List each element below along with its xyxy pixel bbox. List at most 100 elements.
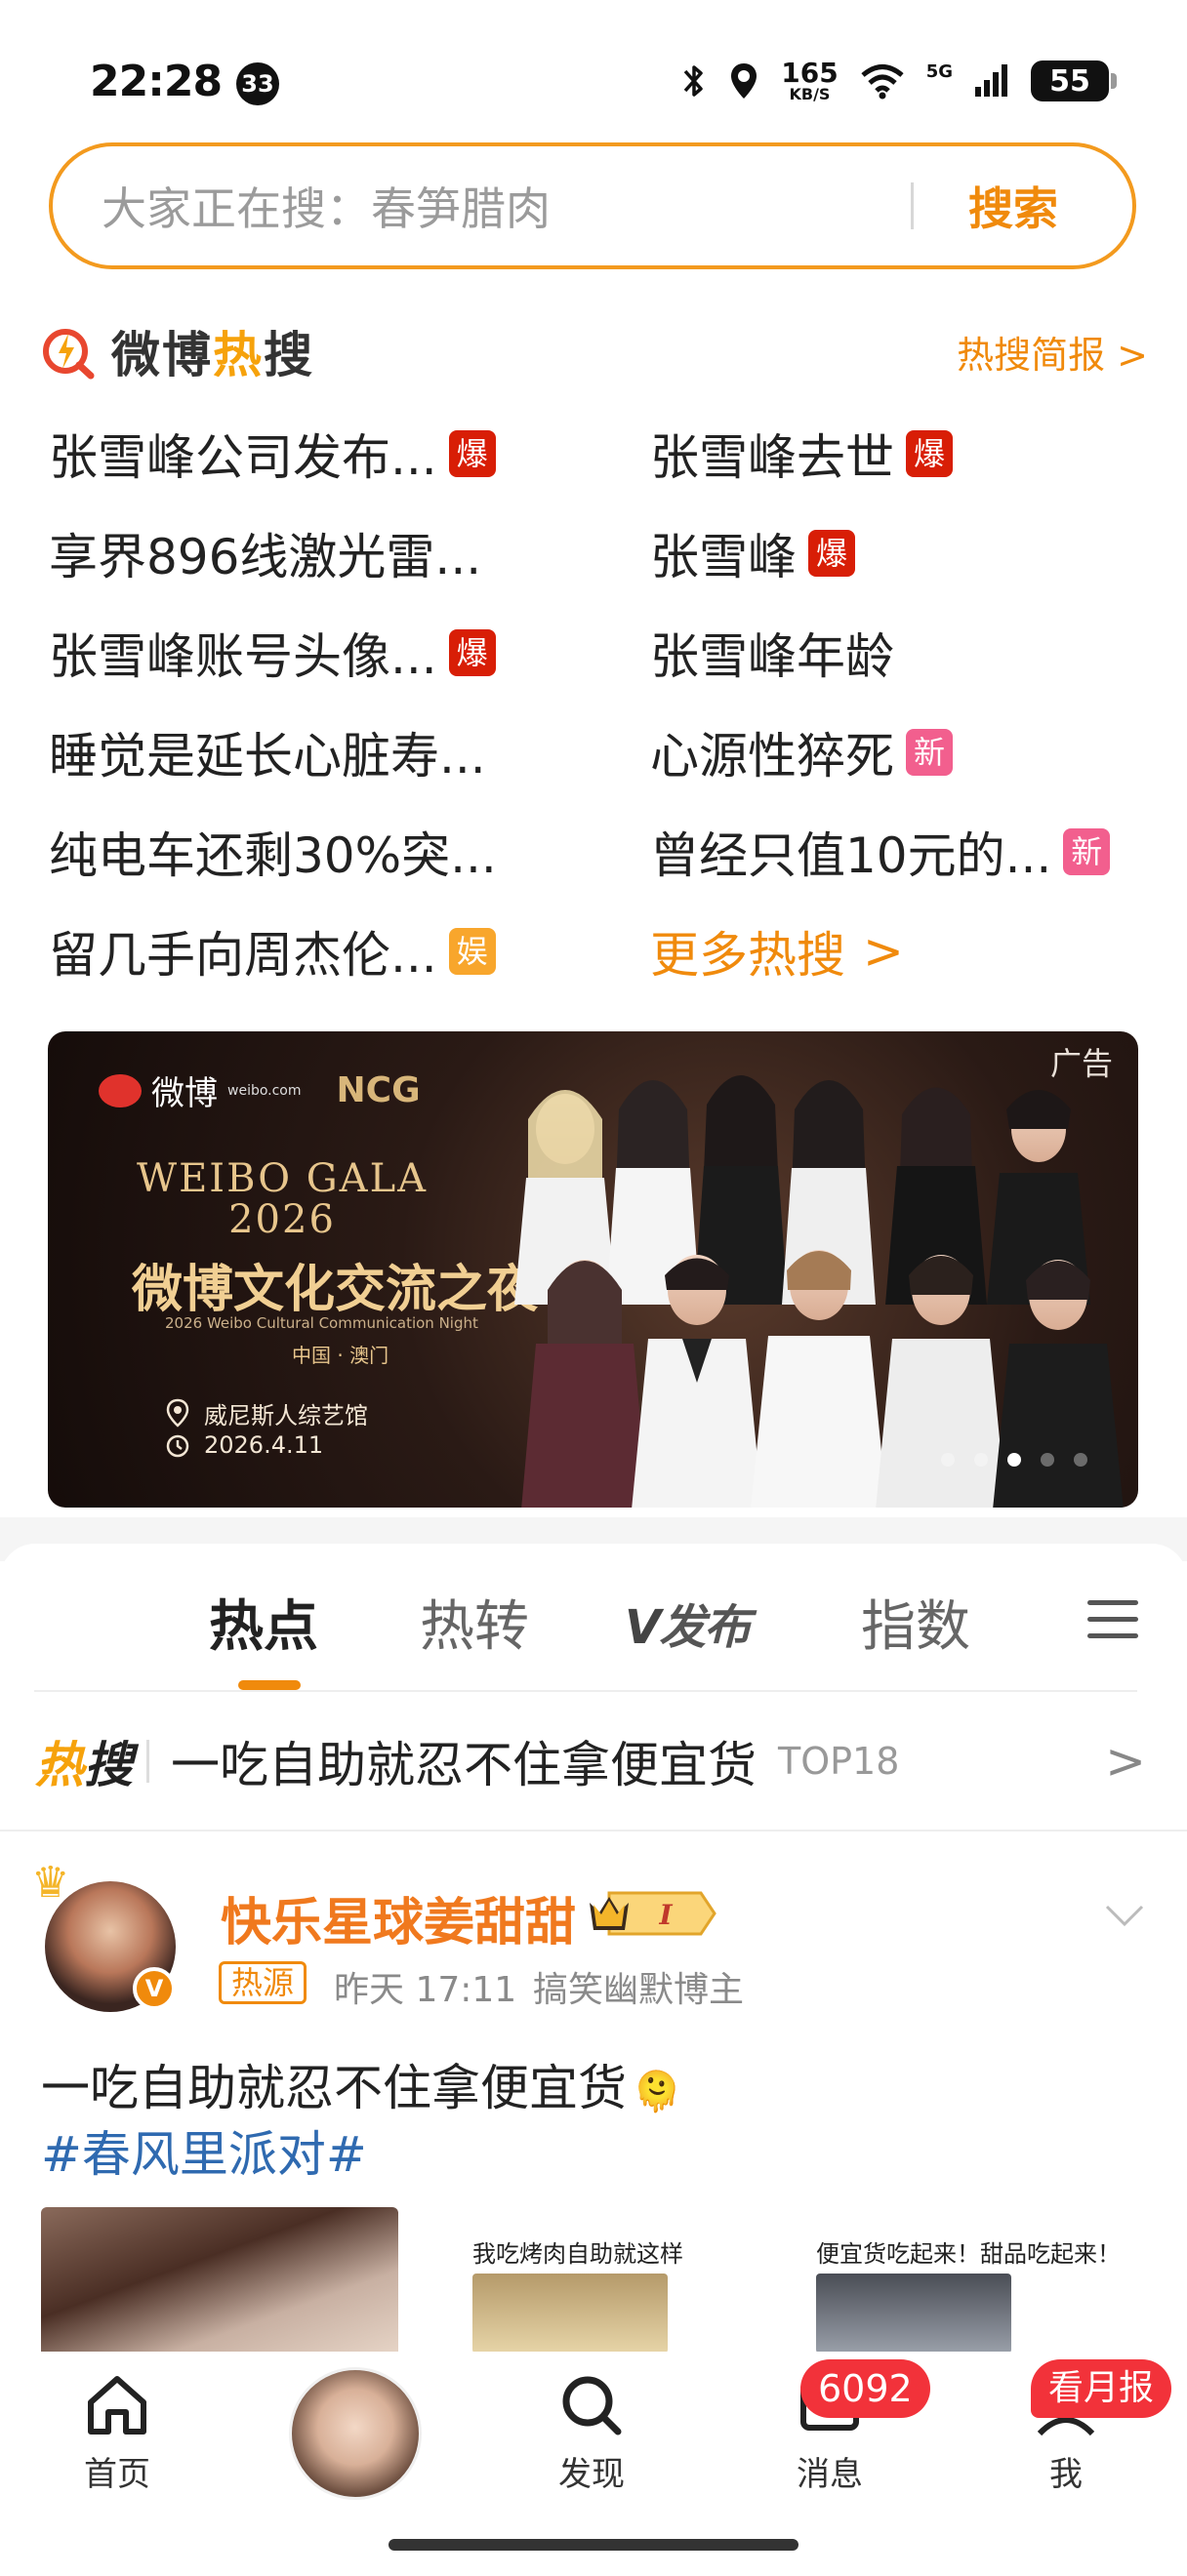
hot-search-item-text: 纯电车还剩30%突... (49, 827, 497, 884)
network-type: 5G (925, 60, 953, 82)
hot-search-item-text: 张雪峰公司发布... (49, 429, 437, 486)
weibo-logo-icon (99, 1073, 142, 1107)
search-divider (911, 182, 914, 229)
more-hot-search-link[interactable]: 更多热搜 > (650, 907, 904, 995)
chevron-down-icon[interactable] (1103, 1901, 1146, 1930)
home-indicator[interactable] (389, 2539, 798, 2551)
ad-banner[interactable]: 广告 微博 weibo.com NCG WEIBO GALA 2026 微博文化… (48, 1031, 1138, 1508)
post-image-2[interactable] (472, 2274, 668, 2354)
hot-search-item-text: 张雪峰 (650, 529, 797, 585)
hot-search-item[interactable]: 留几手向周杰伦... 娱 (49, 907, 496, 995)
search-button[interactable]: 搜索 (968, 174, 1058, 238)
hot-tag-bao: 爆 (448, 629, 496, 676)
ad-brand: 微博 weibo.com NCG (99, 1067, 421, 1114)
search-box[interactable]: 大家正在搜：春笋腊肉 搜索 (49, 142, 1136, 269)
clock-icon (166, 1434, 189, 1458)
notification-count-badge: 33 (236, 62, 279, 105)
hot-search-item[interactable]: 曾经只值10元的... 新 (650, 808, 1111, 896)
hot-search-item-text: 享界896线激光雷... (49, 529, 482, 585)
ad-carousel-dots (941, 1453, 1087, 1467)
ad-brand-site: weibo.com (227, 1082, 302, 1099)
message-count-badge: 6092 (800, 2359, 930, 2418)
bluetooth-icon (683, 65, 703, 97)
hot-search-item[interactable]: 享界896线激光雷... (49, 509, 481, 597)
hot-search-item-text: 睡觉是延长心脏寿... (49, 728, 486, 785)
hot-search-item[interactable]: 张雪峰去世 爆 (650, 410, 953, 498)
post-image-2-caption: 我吃烤肉自助就这样 (472, 2240, 683, 2268)
hot-search-logo-icon (43, 329, 95, 380)
tab-index[interactable]: 指数 (861, 1583, 970, 1662)
vip-level-text: I (658, 1899, 673, 1931)
feed-tabs: 热点 热转 指数 (0, 1544, 1187, 1690)
post-text-body: 一吃自助就忍不住拿便宜货 (41, 2060, 627, 2116)
divider (34, 1690, 1137, 1692)
hot-mini-logo-text: 搜 (84, 1737, 133, 1793)
v-logo-icon: V (625, 1600, 661, 1655)
gala-venue: 威尼斯人综艺馆 (204, 1402, 368, 1429)
carousel-dot (974, 1453, 988, 1467)
gala-title-en-line1: WEIBO GALA (136, 1156, 429, 1201)
hot-search-header: 微博热搜 热搜简报 > (39, 312, 1148, 390)
hot-title-suffix: 搜 (264, 327, 314, 383)
hot-topic-text: 一吃自助就忍不住拿便宜货 (171, 1737, 757, 1793)
tab-hot-repost[interactable]: 热转 (420, 1583, 529, 1662)
hot-topic-rank: TOP18 (778, 1740, 900, 1783)
carousel-dot (1074, 1453, 1087, 1467)
hot-search-item[interactable]: 张雪峰 爆 (650, 509, 855, 597)
post-image-3[interactable] (816, 2274, 1011, 2354)
tab-hotspot[interactable]: 热点 (209, 1583, 318, 1662)
emoji-icon: 🫠 (633, 2070, 681, 2114)
gala-title-en: WEIBO GALA 2026 (136, 1158, 429, 1240)
gala-title-en-line2: 2026 (228, 1197, 336, 1242)
monthly-report-badge[interactable]: 看月报 (1031, 2359, 1172, 2418)
menu-icon[interactable] (1087, 1600, 1138, 1643)
hot-search-item-text: 曾经只值10元的... (650, 827, 1052, 884)
ad-partner-logo: NCG (336, 1070, 421, 1110)
hot-search-item-text: 张雪峰账号头像... (49, 628, 437, 685)
hot-search-item[interactable]: 张雪峰年龄 (650, 609, 894, 697)
crown-icon: ♛ (31, 1858, 70, 1908)
home-icon (88, 2376, 146, 2435)
battery-indicator: 55 (1031, 60, 1117, 101)
hot-search-mini-logo: 热搜 (35, 1726, 133, 1796)
search-input[interactable]: 大家正在搜：春笋腊肉 (102, 174, 911, 238)
hot-search-item-text: 心源性猝死 (650, 728, 894, 785)
hot-search-title: 微博热搜 (111, 316, 314, 386)
tab-v-publish-label: 发布 (659, 1600, 751, 1655)
post-image-1[interactable] (41, 2207, 398, 2354)
nav-discover[interactable]: 发现 (513, 2352, 670, 2495)
carousel-dot (941, 1453, 955, 1467)
hot-search-item[interactable]: 张雪峰账号头像... 爆 (49, 609, 496, 697)
post-hashtag-link[interactable]: #春风里派对# (41, 2115, 367, 2186)
hot-tag-yu: 娱 (448, 928, 496, 975)
post-author-role: 搞笑幽默博主 (533, 1970, 745, 2010)
more-hot-search-label: 更多热搜 (650, 927, 845, 984)
location-icon (731, 63, 757, 99)
signal-icon (975, 64, 1007, 97)
nav-messages-label: 消息 (797, 2455, 863, 2494)
chevron-right-icon: > (863, 923, 904, 980)
post-author-name[interactable]: 快乐星球姜甜甜 (221, 1881, 576, 1954)
hot-search-item-text: 张雪峰去世 (650, 429, 894, 486)
tab-v-publish[interactable]: V发布 (625, 1589, 751, 1657)
hot-search-item-text: 张雪峰年龄 (650, 628, 894, 685)
hot-search-item[interactable]: 心源性猝死 新 (650, 708, 953, 796)
hot-search-item[interactable]: 张雪峰公司发布... 爆 (49, 410, 496, 498)
hot-tag-xin: 新 (906, 729, 953, 776)
hot-search-item[interactable]: 睡觉是延长心脏寿... (49, 708, 486, 796)
net-speed: 165 KB/S (781, 60, 838, 102)
hot-search-item[interactable]: 纯电车还剩30%突... (49, 808, 497, 896)
source-tag-badge: 热源 (219, 1961, 307, 2004)
nav-user-avatar[interactable] (289, 2367, 422, 2500)
post-time: 昨天 17:11 (334, 1970, 517, 2010)
nav-home[interactable]: 首页 (39, 2352, 195, 2495)
search-icon (562, 2376, 622, 2435)
active-tab-indicator (238, 1680, 301, 1690)
net-speed-unit: KB/S (789, 85, 831, 103)
hot-mini-logo-accent: 热 (35, 1737, 84, 1793)
hot-topic-bar[interactable]: 热搜 一吃自助就忍不住拿便宜货 TOP18 > (0, 1693, 1187, 1830)
post-image-3-caption: 便宜货吃起来！甜品吃起来！ (816, 2240, 1121, 2268)
divider (0, 1830, 1187, 1831)
hot-search-brief-link[interactable]: 热搜简报 > (957, 325, 1148, 379)
nav-me-label: 我 (1049, 2455, 1083, 2494)
